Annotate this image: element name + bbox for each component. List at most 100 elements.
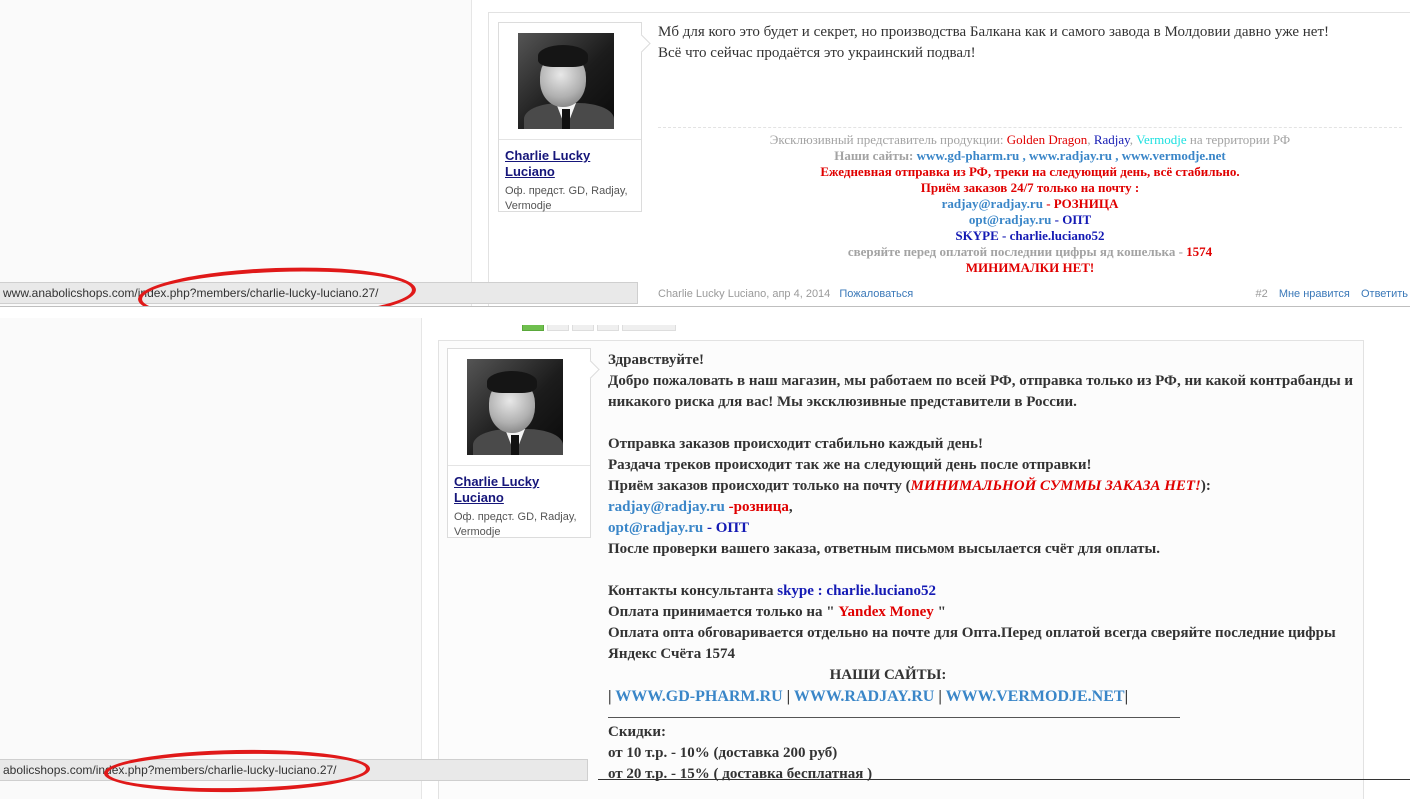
- sig-text: сверяйте перед оплатой последнии цифры я…: [847, 244, 1187, 259]
- avatar[interactable]: [467, 359, 563, 455]
- email-opt-link[interactable]: opt@radjay.ru: [608, 520, 703, 536]
- user-info: Charlie Lucky Luciano Оф. предст. GD, Ra…: [448, 465, 590, 540]
- sites-pipe: |: [782, 688, 794, 705]
- sites-pipe: |: [934, 688, 946, 705]
- sig-text: Наши сайты:: [834, 148, 917, 163]
- orders-text: ):: [1200, 478, 1211, 494]
- pager-tab[interactable]: [597, 325, 619, 331]
- retail-label: -розница: [724, 499, 789, 515]
- site-link-gd-pharm[interactable]: www.gd-pharm.ru: [917, 148, 1020, 163]
- sig-text: ,: [1019, 148, 1029, 163]
- username-link[interactable]: Charlie Lucky Luciano: [454, 474, 584, 506]
- avatar-tie: [562, 109, 570, 129]
- post-meta: Charlie Lucky Luciano, апр 4, 2014 Пожал…: [658, 288, 913, 301]
- discounts-heading: Скидки:: [608, 724, 666, 740]
- avatar[interactable]: [518, 33, 614, 129]
- sig-text: 1574: [1186, 244, 1213, 259]
- discount-line: от 10 т.р. - 10% (доставка 200 руб): [608, 745, 838, 761]
- bottom-post-panel: Charlie Lucky Luciano Оф. предст. GD, Ra…: [0, 318, 1410, 799]
- skype-contact: skype : charlie.luciano52: [777, 583, 937, 599]
- opt-payment-line: Оплата опта обговаривается отдельно на п…: [608, 625, 1336, 662]
- signature-shipping: Ежедневная отправка из РФ, треки на след…: [820, 164, 1240, 179]
- post-message-bottom: Здравствуйте! Добро пожаловать в наш маг…: [608, 350, 1368, 785]
- signature-opt: opt@radjay.ru - ОПТ: [658, 212, 1402, 228]
- retail-comma: ,: [788, 499, 793, 515]
- sig-text: Эксклюзивный представитель продукции:: [769, 132, 1007, 147]
- signature-check: сверяйте перед оплатой последнии цифры я…: [658, 244, 1402, 260]
- email-opt-link[interactable]: opt@radjay.ru: [969, 212, 1052, 227]
- report-link[interactable]: Пожаловаться: [839, 288, 913, 300]
- avatar-tie: [511, 435, 519, 455]
- left-column-bottom: [0, 318, 422, 799]
- signature-skype: SKYPE - charlie.luciano52: [955, 228, 1105, 243]
- screenshot-bottom-edge: [598, 779, 1410, 780]
- avatar-hair: [538, 45, 588, 67]
- payment-text: ": [933, 604, 946, 620]
- message-line: Мб для кого это будет и секрет, но произ…: [658, 24, 1330, 40]
- email-retail-link[interactable]: radjay@radjay.ru: [942, 196, 1043, 211]
- user-card-bottom: Charlie Lucky Luciano Оф. предст. GD, Ra…: [447, 348, 591, 538]
- message-line: Всё что сейчас продаётся это украинский …: [658, 45, 976, 61]
- no-minimum-emphasis: МИНИМАЛЬНОЙ СУММЫ ЗАКАЗА НЕТ!: [910, 478, 1201, 494]
- user-card-top: Charlie Lucky Luciano Оф. предст. GD, Ra…: [498, 22, 642, 212]
- opt-label: - ОПТ: [703, 520, 750, 536]
- email-retail-link[interactable]: radjay@radjay.ru: [608, 499, 725, 515]
- tracking-line: Раздача треков происходит так же на след…: [608, 457, 1092, 473]
- post-date[interactable]: , апр 4, 2014: [766, 288, 830, 300]
- post-number[interactable]: #2: [1256, 288, 1268, 300]
- sites-line: | WWW.GD-PHARM.RU | WWW.RADJAY.RU | WWW.…: [608, 686, 1368, 707]
- top-post-panel: Charlie Lucky Luciano Оф. предст. GD, Ra…: [0, 0, 1410, 306]
- user-info: Charlie Lucky Luciano Оф. предст. GD, Ra…: [499, 139, 641, 214]
- site-link-radjay[interactable]: www.radjay.ru: [1029, 148, 1112, 163]
- site-link-gd-pharm[interactable]: WWW.GD-PHARM.RU: [615, 688, 782, 705]
- sig-text: ,: [1112, 148, 1122, 163]
- invoice-line: После проверки вашего заказа, ответным п…: [608, 541, 1160, 557]
- opt-line: opt@radjay.ru - ОПТ: [608, 518, 1368, 539]
- brand-vermodje: Vermodje: [1136, 132, 1187, 147]
- pager-tab[interactable]: [622, 325, 676, 331]
- signature-line: Эксклюзивный представитель продукции: Go…: [658, 132, 1402, 148]
- pager-tab[interactable]: [547, 325, 569, 331]
- payment-line: Оплата принимается только на " Yandex Mo…: [608, 602, 1368, 623]
- welcome-text: Добро пожаловать в наш магазин, мы работ…: [608, 373, 1354, 410]
- site-link-vermodje[interactable]: www.vermodje.net: [1122, 148, 1226, 163]
- signature-no-minimum: МИНИМАЛКИ НЕТ!: [965, 260, 1095, 275]
- user-title: Оф. предст. GD, Radjay, Vermodje: [505, 185, 628, 212]
- user-title: Оф. предст. GD, Radjay, Vermodje: [454, 511, 577, 538]
- payment-text: Оплата принимается только на ": [608, 604, 839, 620]
- sig-text: на территории РФ: [1186, 132, 1291, 147]
- sites-heading: НАШИ САЙТЫ:: [829, 667, 947, 683]
- greeting: Здравствуйте!: [608, 352, 705, 368]
- payment-method: Yandex Money: [838, 604, 934, 620]
- contacts-text: Контакты консультанта: [608, 583, 778, 599]
- retail-line: radjay@radjay.ru -розница,: [608, 497, 1368, 518]
- sig-text: - ОПТ: [1051, 212, 1092, 227]
- signature: Эксклюзивный представитель продукции: Go…: [658, 132, 1402, 276]
- sites-pipe: |: [1124, 688, 1129, 705]
- site-link-radjay[interactable]: WWW.RADJAY.RU: [794, 688, 934, 705]
- orders-line: Приём заказов происходит только на почту…: [608, 476, 1368, 497]
- pager-tab[interactable]: [572, 325, 594, 331]
- shipping-line: Отправка заказов происходит стабильно ка…: [608, 436, 983, 452]
- site-link-vermodje[interactable]: WWW.VERMODJE.NET: [946, 688, 1125, 705]
- left-column-top: [0, 0, 472, 306]
- signature-sites: Наши сайты: www.gd-pharm.ru , www.radjay…: [658, 148, 1402, 164]
- horizontal-rule: [608, 717, 1180, 718]
- post-author[interactable]: Charlie Lucky Luciano: [658, 288, 766, 300]
- pager-tab[interactable]: [522, 325, 544, 331]
- signature-retail: radjay@radjay.ru - РОЗНИЦА: [658, 196, 1402, 212]
- like-link[interactable]: Мне нравится: [1279, 288, 1350, 300]
- post-actions: #2 Мне нравится Ответить: [1248, 288, 1409, 301]
- orders-text: Приём заказов происходит только на почту…: [608, 478, 911, 494]
- reply-link[interactable]: Ответить: [1361, 288, 1408, 300]
- username-link[interactable]: Charlie Lucky Luciano: [505, 148, 635, 180]
- brand-radjay: Radjay: [1093, 132, 1130, 147]
- avatar-hair: [487, 371, 537, 393]
- pagination-strip: [522, 318, 679, 331]
- discount-line: от 20 т.р. - 15% ( доставка бесплатная ): [608, 766, 873, 782]
- signature-orders: Приём заказов 24/7 только на почту :: [920, 180, 1140, 195]
- post-message-top: Мб для кого это будет и секрет, но произ…: [658, 22, 1388, 64]
- brand-golden-dragon: Golden Dragon: [1006, 132, 1088, 147]
